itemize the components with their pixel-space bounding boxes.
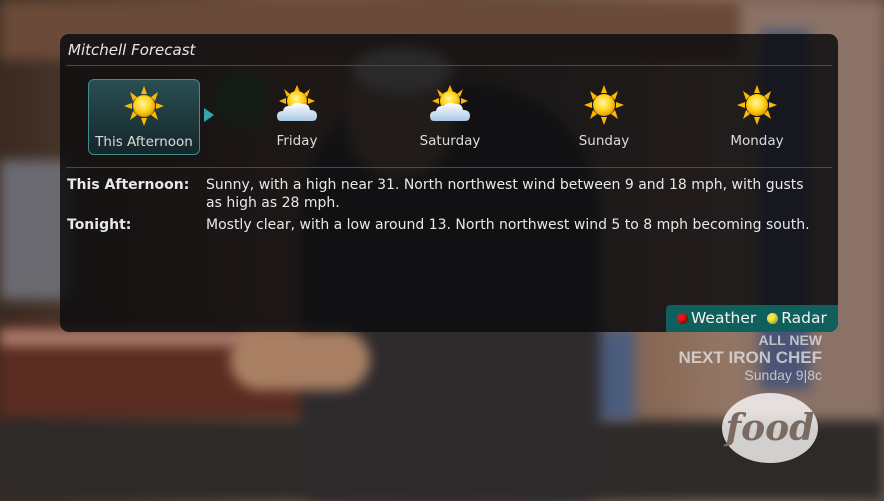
sunny-icon	[737, 85, 777, 125]
day-tile-sunday[interactable]: Sunday	[548, 79, 660, 155]
promo-bug: ALL NEW NEXT IRON CHEF Sunday 9|8c	[678, 333, 822, 382]
background-person-hands	[230, 330, 370, 390]
partly-cloudy-icon	[430, 85, 470, 121]
day-label: This Afternoon	[95, 134, 193, 150]
promo-line-2: NEXT IRON CHEF	[678, 348, 822, 367]
sunny-icon	[124, 86, 164, 126]
yellow-button-icon	[767, 313, 779, 324]
button-legend: Weather Radar	[666, 305, 838, 332]
forecast-period-label: Tonight:	[67, 217, 132, 233]
weather-key-label: Weather	[691, 309, 757, 327]
forecast-period-text: Sunny, with a high near 31. North northw…	[206, 177, 804, 211]
weather-forecast-panel: Mitchell Forecast This Afternoon Friday …	[60, 34, 838, 332]
sunny-icon	[584, 85, 624, 125]
forecast-row-this-afternoon: This Afternoon: Sunny, with a high near …	[67, 176, 818, 212]
day-label: Monday	[730, 133, 784, 149]
day-tile-this-afternoon[interactable]: This Afternoon	[88, 79, 200, 155]
partly-cloudy-icon	[277, 85, 317, 121]
forecast-period-label: This Afternoon:	[67, 177, 190, 193]
day-tile-saturday[interactable]: Saturday	[394, 79, 506, 155]
weather-key[interactable]: Weather	[677, 309, 761, 327]
selection-arrow-icon	[204, 108, 214, 122]
radar-key-label: Radar	[781, 309, 827, 327]
day-tile-monday[interactable]: Monday	[701, 79, 813, 155]
red-button-icon	[677, 313, 688, 324]
forecast-row-tonight: Tonight: Mostly clear, with a low around…	[67, 216, 818, 234]
day-tile-friday[interactable]: Friday	[241, 79, 353, 155]
channel-logo: food	[722, 393, 818, 463]
title-divider	[66, 65, 832, 66]
day-label: Friday	[276, 133, 318, 149]
day-label: Saturday	[419, 133, 481, 149]
promo-line-1: ALL NEW	[758, 332, 822, 348]
day-label: Sunday	[578, 133, 630, 149]
forecast-period-text: Mostly clear, with a low around 13. Nort…	[206, 217, 810, 233]
radar-key[interactable]: Radar	[767, 309, 827, 327]
promo-line-3: Sunday 9|8c	[744, 367, 822, 383]
forecast-divider	[66, 167, 832, 168]
panel-title: Mitchell Forecast	[68, 41, 196, 59]
